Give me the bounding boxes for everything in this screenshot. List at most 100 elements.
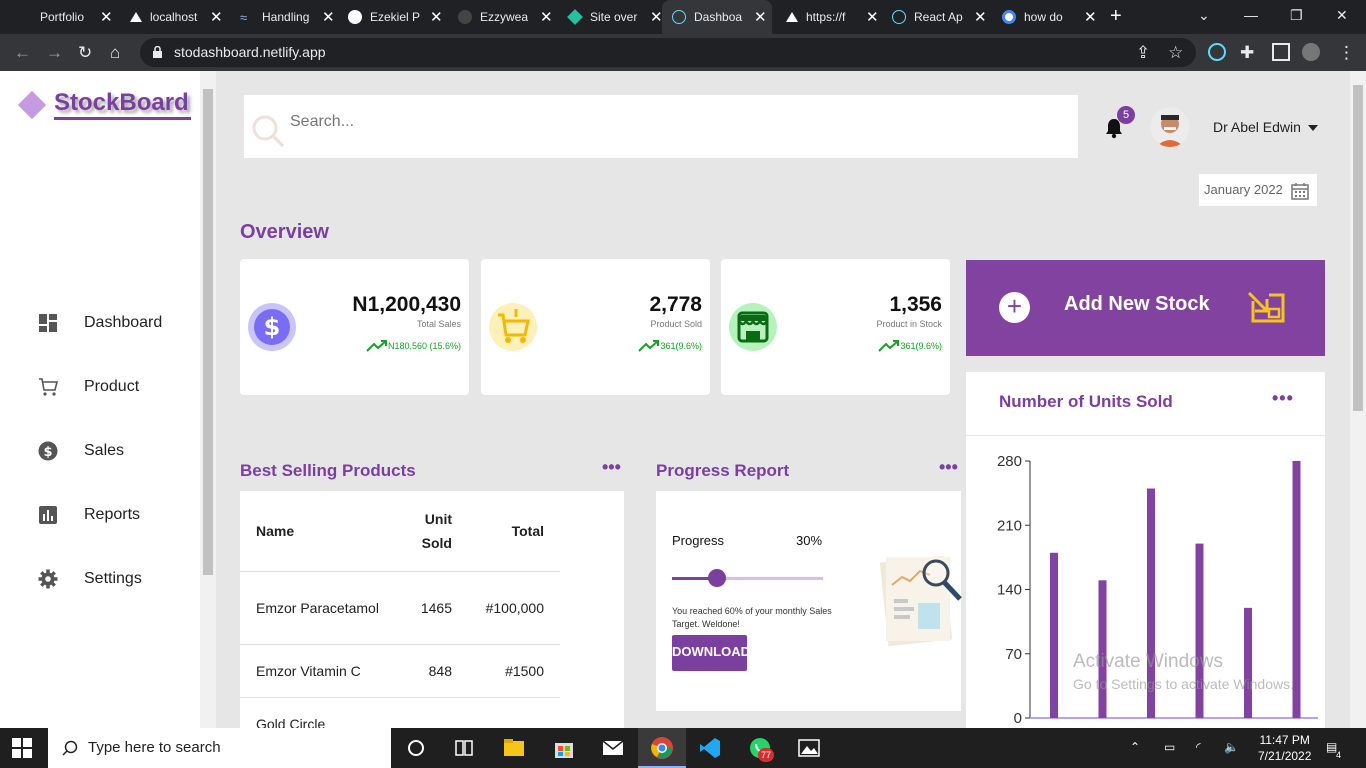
- close-icon[interactable]: ✕: [866, 8, 879, 26]
- extensions-icon[interactable]: ✚: [1240, 43, 1254, 63]
- close-icon[interactable]: ✕: [540, 8, 553, 26]
- table-row[interactable]: Gold Circle: [240, 697, 560, 728]
- lock-icon: [153, 46, 162, 58]
- close-icon[interactable]: ✕: [650, 8, 663, 26]
- sidebar-item-reports[interactable]: Reports: [38, 505, 140, 525]
- close-icon[interactable]: ✕: [1084, 8, 1097, 26]
- browser-tab-bar: Portfolio ✕ localhost ✕ ≈ Handling ✕ Ezekiel…: [0, 0, 1366, 34]
- volume-icon[interactable]: 🔈: [1224, 740, 1239, 754]
- browser-tab-active[interactable]: Dashboa ✕: [662, 0, 772, 34]
- task-view-icon[interactable]: [452, 736, 476, 760]
- table-row[interactable]: Emzor Vitamin C 848 #1500: [240, 644, 560, 698]
- close-icon[interactable]: ✕: [210, 8, 223, 26]
- logo[interactable]: StockBoard: [17, 89, 191, 120]
- google-icon: [1002, 10, 1016, 24]
- stat-label: Product Sold: [650, 319, 702, 329]
- browser-tab[interactable]: Ezekiel P ✕: [338, 0, 443, 34]
- minimize-button[interactable]: —: [1244, 7, 1258, 23]
- browser-tab[interactable]: Portfolio ✕: [30, 0, 113, 34]
- close-icon[interactable]: ✕: [430, 8, 443, 26]
- sidebar-scrollbar[interactable]: [200, 71, 216, 728]
- progress-report-card: Progress 30% You reached 60% of your mon…: [656, 491, 962, 711]
- more-icon[interactable]: •••: [602, 457, 621, 478]
- battery-icon[interactable]: ▭: [1164, 740, 1175, 754]
- table-row[interactable]: Emzor Paracetamol 1465 #100,000: [240, 571, 560, 645]
- sidebar: StockBoard Dashboard Product $ Sales Rep…: [0, 71, 200, 728]
- search-input[interactable]: [290, 113, 890, 131]
- url-field[interactable]: stodashboard.netlify.app: [140, 38, 1196, 67]
- search-bar: [244, 95, 1078, 158]
- file-explorer-icon[interactable]: [502, 736, 526, 760]
- avatar[interactable]: [1150, 107, 1190, 147]
- browser-tab[interactable]: how do ✕: [992, 0, 1097, 34]
- report-illustration: [879, 555, 962, 647]
- more-icon[interactable]: •••: [1272, 388, 1294, 409]
- browser-tab[interactable]: ≈ Handling ✕: [230, 0, 335, 34]
- forward-icon[interactable]: →: [46, 43, 63, 63]
- sidebar-item-dashboard[interactable]: Dashboard: [38, 313, 162, 333]
- date-picker[interactable]: January 2022: [1199, 174, 1317, 206]
- add-new-stock-button[interactable]: + Add New Stock: [966, 260, 1325, 356]
- sidebar-item-settings[interactable]: Settings: [38, 569, 142, 589]
- best-selling-table-card: Name Unit Sold Total Emzor Paracetamol 14…: [240, 491, 624, 728]
- home-icon[interactable]: ⌂: [110, 43, 120, 63]
- close-icon[interactable]: ✕: [974, 8, 987, 26]
- slider-thumb[interactable]: [708, 569, 727, 587]
- scrollbar-thumb[interactable]: [1353, 85, 1363, 411]
- react-devtools-icon[interactable]: [1208, 43, 1226, 61]
- progress-label: Progress: [672, 533, 725, 548]
- units-sold-card: Number of Units Sold ••• 280 210 140 70 0: [966, 372, 1325, 728]
- stat-label: Product in Stock: [876, 319, 942, 329]
- close-icon[interactable]: ✕: [322, 8, 335, 26]
- browser-tab[interactable]: React Ap ✕: [882, 0, 987, 34]
- column-header-total[interactable]: Total: [452, 491, 560, 572]
- maximize-button[interactable]: ❐: [1290, 7, 1303, 24]
- vscode-icon[interactable]: [698, 736, 722, 760]
- page-scrollbar[interactable]: [1350, 71, 1366, 728]
- system-clock[interactable]: 11:47 PM 7/21/2022: [1258, 732, 1311, 764]
- back-icon[interactable]: ←: [14, 43, 31, 63]
- chevron-up-icon[interactable]: ⌃: [1130, 740, 1140, 754]
- mail-icon[interactable]: [601, 736, 625, 760]
- cart-icon: [39, 378, 58, 396]
- more-icon[interactable]: •••: [939, 457, 958, 478]
- tab-search-icon[interactable]: ⌄: [1198, 7, 1210, 24]
- browser-tab[interactable]: Site over ✕: [558, 0, 663, 34]
- store-icon[interactable]: [552, 736, 576, 760]
- stock-box-icon: [1247, 291, 1285, 323]
- download-button[interactable]: DOWNLOAD: [672, 635, 750, 671]
- chevron-down-icon[interactable]: [1308, 125, 1318, 131]
- profile-avatar[interactable]: [1302, 43, 1320, 61]
- activate-windows-hint: Go to Settings to activate Windows.: [1073, 676, 1294, 692]
- browser-tab[interactable]: https://f ✕: [776, 0, 879, 34]
- reload-icon[interactable]: ↻: [78, 43, 92, 63]
- user-name[interactable]: Dr Abel Edwin: [1213, 119, 1301, 135]
- chart-bar: [1098, 580, 1107, 718]
- cortana-icon[interactable]: [404, 736, 428, 760]
- taskbar-chrome-active[interactable]: [638, 728, 686, 768]
- close-icon[interactable]: ✕: [754, 8, 767, 26]
- sidebar-item-sales[interactable]: $ Sales: [38, 441, 124, 461]
- close-icon[interactable]: ✕: [100, 8, 113, 26]
- column-header-unit-sold[interactable]: Unit Sold: [380, 491, 452, 572]
- dollar-icon: $: [38, 441, 58, 461]
- sidebar-item-product[interactable]: Product: [38, 377, 139, 397]
- plus-icon: +: [999, 292, 1030, 323]
- share-icon[interactable]: ⇪: [1136, 43, 1150, 63]
- browser-tab[interactable]: localhost ✕: [120, 0, 223, 34]
- new-tab-button[interactable]: +: [1110, 5, 1122, 28]
- star-icon[interactable]: ☆: [1168, 43, 1183, 63]
- windows-start-icon[interactable]: [12, 738, 32, 758]
- scrollbar-thumb[interactable]: [203, 89, 213, 575]
- menu-icon[interactable]: ⋮: [1338, 43, 1355, 63]
- photos-icon[interactable]: [797, 736, 821, 760]
- wifi-icon[interactable]: ◜: [1196, 740, 1201, 754]
- browser-tab[interactable]: Ezzywea ✕: [448, 0, 553, 34]
- side-panel-icon[interactable]: [1272, 43, 1290, 61]
- progress-slider[interactable]: [672, 569, 823, 587]
- y-tick-label: 210: [997, 517, 1022, 534]
- taskbar-search-input[interactable]: Type here to search: [48, 728, 391, 768]
- close-window-button[interactable]: ✕: [1336, 7, 1348, 24]
- activate-windows-watermark: Activate Windows: [1073, 651, 1223, 672]
- column-header-name[interactable]: Name: [240, 491, 380, 572]
